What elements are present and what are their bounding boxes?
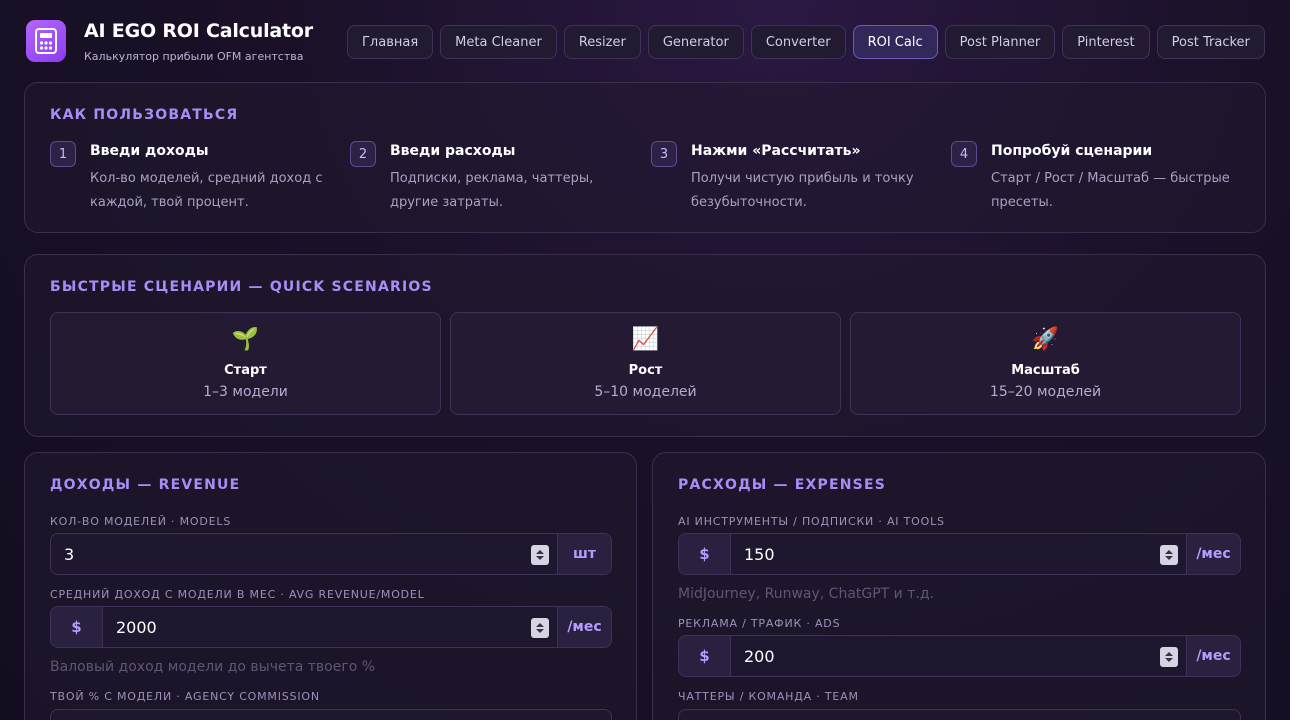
nav-home[interactable]: Главная bbox=[347, 25, 434, 59]
avg-revenue-input[interactable]: 2000 bbox=[103, 607, 557, 647]
nav-post-tracker[interactable]: Post Tracker bbox=[1156, 25, 1265, 59]
tools-prefix: $ bbox=[679, 534, 731, 574]
avg-revenue-hint: Валовый доход модели до вычета твоего % bbox=[50, 659, 376, 675]
step-desc: Получи чистую прибыль и точку безубыточн… bbox=[691, 171, 914, 210]
step-number: 2 bbox=[350, 141, 376, 167]
avg-revenue-suffix: /мес bbox=[557, 607, 611, 647]
calculator-icon bbox=[26, 20, 66, 62]
ads-spinner[interactable] bbox=[1160, 647, 1178, 667]
nav-post-planner[interactable]: Post Planner bbox=[944, 25, 1056, 59]
avg-revenue-label: СРЕДНИЙ ДОХОД С МОДЕЛИ В МЕС · AVG REVEN… bbox=[50, 588, 425, 601]
howto-card: КАК ПОЛЬЗОВАТЬСЯ 1 Введи доходы Кол-во м… bbox=[24, 82, 1266, 233]
step-desc: Подписки, реклама, чаттеры, другие затра… bbox=[390, 171, 594, 210]
expenses-card: РАСХОДЫ — EXPENSES AI ИНСТРУМЕНТЫ / ПОДП… bbox=[652, 452, 1266, 720]
scenario-start-button[interactable]: 🌱 Старт 1–3 модели bbox=[50, 312, 441, 415]
tools-hint: MidJourney, Runway, ChatGPT и т.д. bbox=[678, 586, 934, 602]
tools-suffix: /мес bbox=[1186, 534, 1240, 574]
ads-input-value: 200 bbox=[744, 646, 775, 666]
app-header: AI EGO ROI Calculator Калькулятор прибыл… bbox=[0, 0, 1290, 82]
nav-converter[interactable]: Converter bbox=[750, 25, 846, 59]
scenarios-card: БЫСТРЫЕ СЦЕНАРИИ — QUICK SCENARIOS 🌱 Ста… bbox=[24, 254, 1266, 437]
nav-roi-calc[interactable]: ROI Calc bbox=[852, 25, 938, 59]
models-input[interactable]: 3 bbox=[51, 534, 557, 574]
tools-input[interactable]: 150 bbox=[731, 534, 1186, 574]
models-input-value: 3 bbox=[64, 544, 75, 564]
step-title: Нажми «Рассчитать» bbox=[691, 143, 861, 159]
tools-spinner[interactable] bbox=[1160, 545, 1178, 565]
scenario-name: Масштаб bbox=[1011, 363, 1080, 378]
ads-suffix: /мес bbox=[1186, 636, 1240, 676]
team-input-group[interactable] bbox=[678, 709, 1241, 720]
models-suffix: шт bbox=[557, 534, 611, 574]
revenue-title: ДОХОДЫ — REVENUE bbox=[50, 477, 241, 493]
app-subtitle: Калькулятор прибыли OFM агентства bbox=[84, 50, 304, 63]
step-number: 3 bbox=[651, 141, 677, 167]
scenario-name: Рост bbox=[628, 363, 663, 378]
scenario-name: Старт bbox=[224, 363, 267, 378]
chart-up-icon: 📈 bbox=[631, 327, 660, 352]
scenario-growth-button[interactable]: 📈 Рост 5–10 моделей bbox=[450, 312, 841, 415]
rocket-icon: 🚀 bbox=[1031, 327, 1060, 352]
step-number: 4 bbox=[951, 141, 977, 167]
ads-input[interactable]: 200 bbox=[731, 636, 1186, 676]
ads-input-group: $ 200 /мес bbox=[678, 635, 1241, 677]
step-number: 1 bbox=[50, 141, 76, 167]
commission-input-group[interactable] bbox=[50, 709, 612, 720]
scenario-desc: 15–20 моделей bbox=[989, 384, 1102, 400]
howto-title: КАК ПОЛЬЗОВАТЬСЯ bbox=[50, 107, 239, 123]
step-desc: Кол-во моделей, средний доход с каждой, … bbox=[90, 171, 323, 210]
avg-revenue-input-group: $ 2000 /мес bbox=[50, 606, 612, 648]
seedling-icon: 🌱 bbox=[231, 327, 260, 352]
tools-input-value: 150 bbox=[744, 544, 775, 564]
avg-revenue-prefix: $ bbox=[51, 607, 103, 647]
step-title: Попробуй сценарии bbox=[991, 143, 1153, 159]
avg-revenue-input-value: 2000 bbox=[116, 617, 157, 637]
team-label: ЧАТТЕРЫ / КОМАНДА · TEAM bbox=[678, 690, 859, 703]
app-title: AI EGO ROI Calculator bbox=[84, 20, 313, 42]
nav-resizer[interactable]: Resizer bbox=[563, 25, 641, 59]
models-spinner[interactable] bbox=[531, 545, 549, 565]
commission-label: ТВОЙ % С МОДЕЛИ · AGENCY COMMISSION bbox=[50, 690, 320, 703]
models-input-group: 3 шт bbox=[50, 533, 612, 575]
scenario-scale-button[interactable]: 🚀 Масштаб 15–20 моделей bbox=[850, 312, 1241, 415]
ads-prefix: $ bbox=[679, 636, 731, 676]
step-title: Введи доходы bbox=[90, 143, 209, 159]
scenario-desc: 1–3 модели bbox=[203, 384, 288, 400]
avg-revenue-spinner[interactable] bbox=[531, 618, 549, 638]
tools-label: AI ИНСТРУМЕНТЫ / ПОДПИСКИ · AI TOOLS bbox=[678, 515, 945, 528]
scenario-desc: 5–10 моделей bbox=[594, 384, 697, 400]
nav-generator[interactable]: Generator bbox=[647, 25, 744, 59]
step-desc: Старт / Рост / Масштаб — быстрые пресеты… bbox=[991, 171, 1230, 210]
tools-input-group: $ 150 /мес bbox=[678, 533, 1241, 575]
expenses-title: РАСХОДЫ — EXPENSES bbox=[678, 477, 887, 493]
revenue-card: ДОХОДЫ — REVENUE КОЛ-ВО МОДЕЛЕЙ · MODELS… bbox=[24, 452, 637, 720]
step-title: Введи расходы bbox=[390, 143, 516, 159]
top-nav: Главная Meta Cleaner Resizer Generator C… bbox=[347, 25, 1265, 59]
scenarios-title: БЫСТРЫЕ СЦЕНАРИИ — QUICK SCENARIOS bbox=[50, 279, 433, 295]
nav-pinterest[interactable]: Pinterest bbox=[1062, 25, 1150, 59]
models-label: КОЛ-ВО МОДЕЛЕЙ · MODELS bbox=[50, 515, 232, 528]
nav-meta-cleaner[interactable]: Meta Cleaner bbox=[440, 25, 557, 59]
ads-label: РЕКЛАМА / ТРАФИК · ADS bbox=[678, 617, 841, 630]
